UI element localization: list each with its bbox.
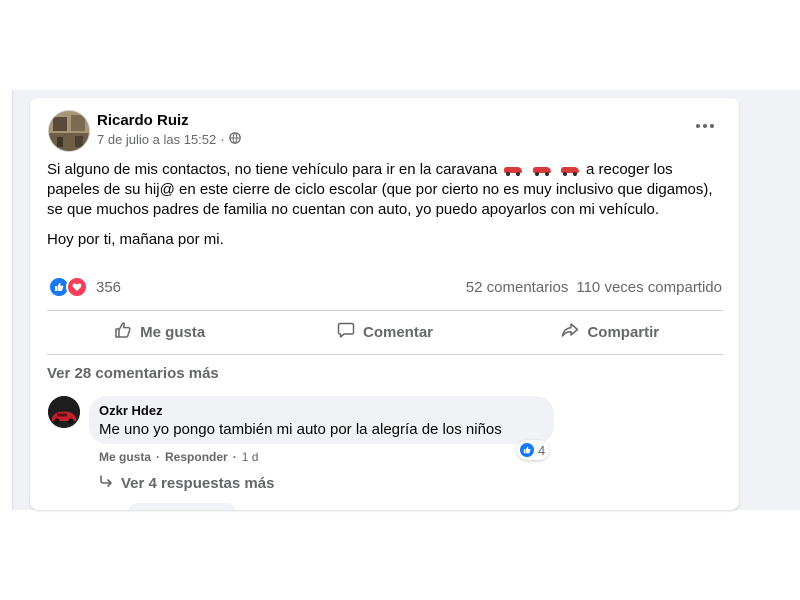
share-button-label: Compartir (587, 323, 660, 341)
car-emoji-icon (560, 165, 579, 177)
comment-reaction-count: 4 (538, 442, 546, 458)
next-comment-bubble (128, 503, 236, 510)
reaction-count: 356 (96, 278, 122, 296)
comment-bubble: Ozkr Hdez Me uno yo pongo también mi aut… (89, 396, 554, 444)
comment-button[interactable]: Comentar (272, 312, 497, 352)
car-emoji-icon (532, 165, 551, 177)
more-options-icon[interactable] (693, 118, 717, 134)
comment-author-name[interactable]: Ozkr Hdez (99, 403, 163, 418)
post-paragraph-1: Si alguno de mis contactos, no tiene veh… (47, 160, 727, 220)
globe-icon (228, 132, 241, 147)
post-body: Si alguno de mis contactos, no tiene veh… (47, 160, 727, 260)
thumbs-up-icon (114, 321, 132, 343)
post-paragraph-2: Hoy por ti, mañana por mi. (47, 231, 224, 248)
post-date[interactable]: 7 de julio a las 15:52 (97, 132, 216, 147)
comment-avatar[interactable] (48, 396, 80, 428)
comment-actions-dot: · (156, 450, 161, 464)
author-avatar[interactable] (48, 110, 90, 152)
comment-actions-dot: · (232, 450, 237, 464)
share-button[interactable]: Compartir (498, 312, 723, 352)
view-replies-label: Ver 4 respuestas más (121, 474, 275, 492)
post-card: Ricardo Ruiz 7 de julio a las 15:52 · Si… (30, 98, 739, 510)
shares-count-link[interactable]: 110 veces compartido (576, 279, 722, 296)
comments-count-link[interactable]: 52 comentarios (466, 279, 569, 296)
actions-bottom-divider (47, 354, 723, 355)
comment-reaction-badge[interactable]: 4 (517, 440, 550, 460)
comment-like-link[interactable]: Me gusta (99, 450, 151, 464)
comment-time[interactable]: 1 d (242, 450, 259, 464)
view-replies-link[interactable]: Ver 4 respuestas más (99, 474, 274, 492)
car-emoji-icon (504, 165, 523, 177)
like-button-label: Me gusta (140, 323, 206, 341)
meta-separator: · (220, 132, 225, 147)
post-paragraph-1-start: Si alguno de mis contactos, no tiene veh… (47, 161, 498, 178)
comment-text: Me uno yo pongo también mi auto por la a… (99, 421, 502, 438)
post-stats: 52 comentarios 110 veces compartido (466, 279, 722, 296)
post-author-name[interactable]: Ricardo Ruiz (97, 112, 189, 129)
comment-actions: Me gusta · Responder · 1 d (99, 450, 258, 464)
comment-bubble-icon (337, 321, 355, 343)
comment-button-label: Comentar (362, 323, 433, 341)
comment-reply-link[interactable]: Responder (165, 450, 228, 464)
post-meta: 7 de julio a las 15:52 · (97, 132, 241, 147)
actions-top-divider (47, 310, 723, 311)
love-reaction-icon (66, 276, 88, 298)
reply-arrow-icon (99, 474, 113, 492)
like-reaction-icon (519, 442, 535, 458)
reaction-summary[interactable]: 356 (48, 276, 121, 298)
like-button[interactable]: Me gusta (47, 312, 272, 352)
share-arrow-icon (561, 321, 579, 343)
post-actions-bar: Me gusta Comentar Compartir (47, 312, 723, 352)
view-more-comments-link[interactable]: Ver 28 comentarios más (47, 365, 219, 382)
